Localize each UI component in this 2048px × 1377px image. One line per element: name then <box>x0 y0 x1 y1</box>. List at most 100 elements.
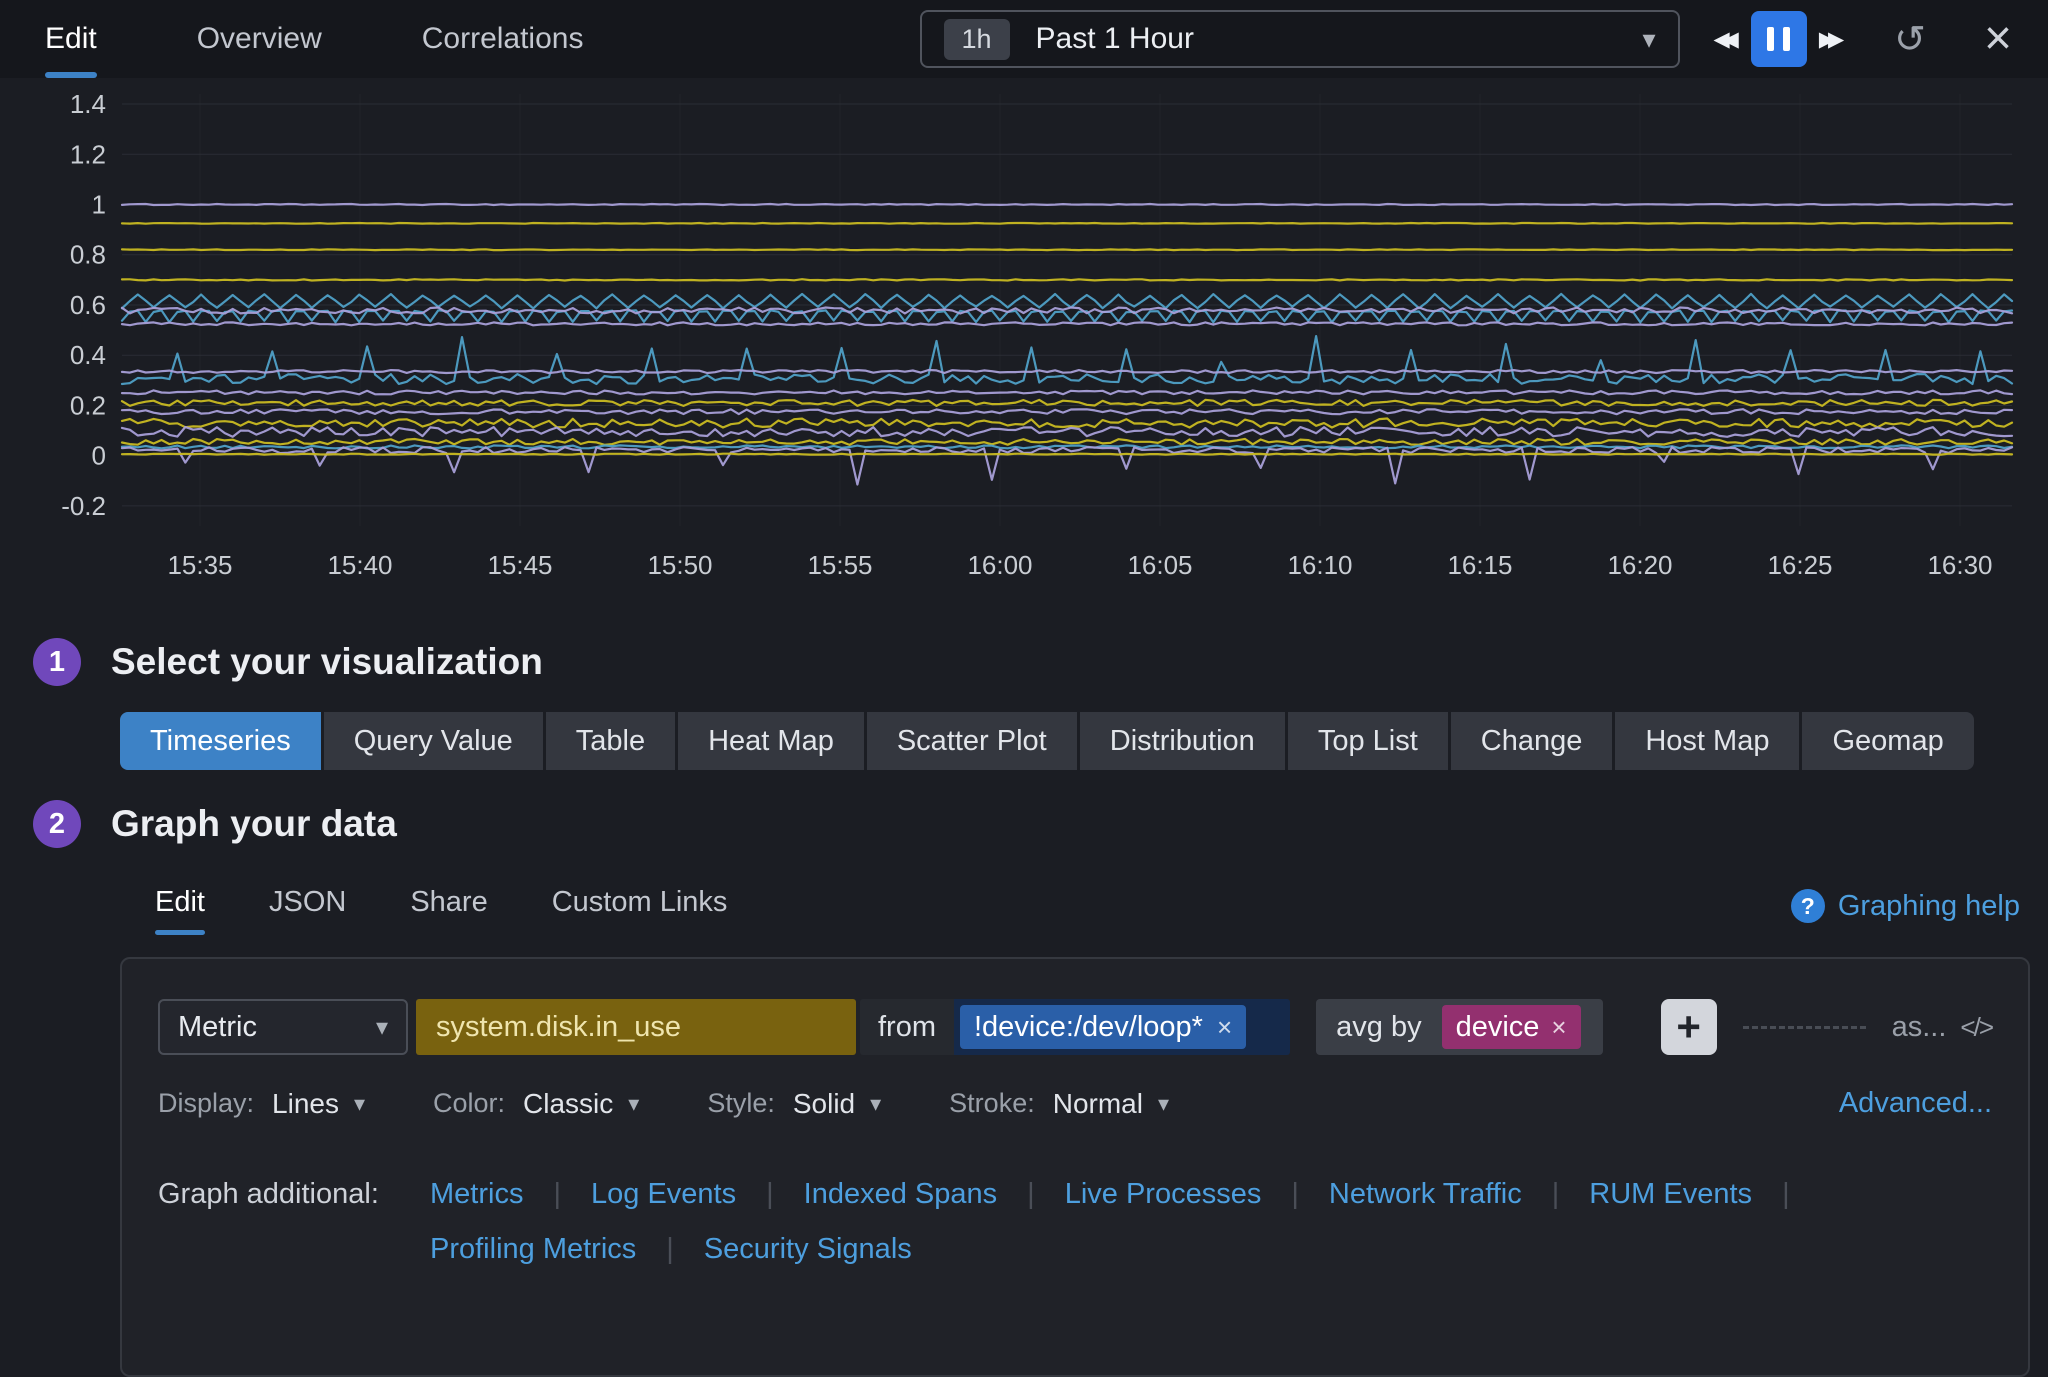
close-button[interactable]: × <box>1976 9 2020 69</box>
y-axis-tick-label: 0.2 <box>70 390 106 420</box>
y-axis-tick-label: -0.2 <box>61 491 106 521</box>
graphing-help-label: Graphing help <box>1838 890 2020 923</box>
viz-option-change[interactable]: Change <box>1451 712 1613 770</box>
y-axis-tick-label: 0.4 <box>70 340 106 370</box>
restore-button[interactable]: ↺ <box>1886 11 1934 68</box>
chart-series-series-9 <box>122 336 2012 384</box>
graph-tab-custom-links[interactable]: Custom Links <box>552 886 728 935</box>
y-axis-tick-label: 0.8 <box>70 240 106 270</box>
as-label: as... <box>1892 1011 1947 1044</box>
viz-option-timeseries[interactable]: Timeseries <box>120 712 321 770</box>
chart-series-series-16 <box>122 439 2012 445</box>
display-label: Display: <box>158 1088 254 1119</box>
query-source-dropdown[interactable]: Metric ▾ <box>158 999 408 1055</box>
y-axis-tick-label: 0.6 <box>70 290 106 320</box>
time-range-label: Past 1 Hour <box>1036 22 1194 56</box>
viz-option-scatter-plot[interactable]: Scatter Plot <box>867 712 1077 770</box>
viz-option-top-list[interactable]: Top List <box>1288 712 1448 770</box>
x-axis-tick-label: 15:40 <box>327 550 392 580</box>
y-axis-tick-label: 1 <box>92 190 106 220</box>
color-dropdown[interactable]: Classic ▾ <box>523 1088 639 1120</box>
y-axis-tick-label: 1.2 <box>70 139 106 169</box>
visualization-section: 1 Select your visualization TimeseriesQu… <box>0 638 2048 770</box>
chevron-down-icon: ▾ <box>1642 24 1655 55</box>
from-label: from <box>860 999 954 1055</box>
chart-series-series-5 <box>122 294 2012 309</box>
graph-data-section-header: 2 Graph your data <box>0 800 2048 848</box>
query-editor-panel: Metric ▾ system.disk.in_use from !device… <box>120 957 2030 1377</box>
stroke-value: Normal <box>1053 1088 1143 1120</box>
y-axis-tick-label: 1.4 <box>70 89 106 119</box>
timeseries-chart-area[interactable]: 1.41.210.80.60.40.20-0.215:3515:4015:451… <box>0 78 2048 608</box>
graphing-help-link[interactable]: ? Graphing help <box>1791 889 2020 935</box>
tab-overview[interactable]: Overview <box>197 0 322 78</box>
group-by-pill[interactable]: device × <box>1442 1005 1581 1049</box>
help-icon: ? <box>1791 889 1825 923</box>
connector-line <box>1743 1026 1866 1029</box>
style-dropdown[interactable]: Solid ▾ <box>793 1088 881 1120</box>
link-network-traffic[interactable]: Network Traffic <box>1329 1178 1522 1211</box>
x-axis-tick-label: 15:35 <box>167 550 232 580</box>
link-log-events[interactable]: Log Events <box>591 1178 736 1211</box>
style-option: Style: Solid ▾ <box>707 1088 881 1120</box>
metric-name-field[interactable]: system.disk.in_use <box>416 999 856 1055</box>
pause-button[interactable] <box>1751 11 1807 67</box>
link-live-processes[interactable]: Live Processes <box>1065 1178 1262 1211</box>
viz-option-query-value[interactable]: Query Value <box>324 712 543 770</box>
step-2-badge: 2 <box>33 800 81 848</box>
filter-value: !device:/dev/loop* <box>974 1011 1203 1044</box>
add-query-button[interactable]: + <box>1661 999 1717 1055</box>
x-axis-tick-label: 16:15 <box>1447 550 1512 580</box>
x-axis-tick-label: 16:05 <box>1127 550 1192 580</box>
chart-series-series-10 <box>122 370 2012 373</box>
chart-series-series-13 <box>122 409 2012 414</box>
chart-series-series-19 <box>122 454 2012 455</box>
pause-icon <box>1783 27 1790 51</box>
timeseries-chart[interactable]: 1.41.210.80.60.40.20-0.215:3515:4015:451… <box>0 78 2048 608</box>
graph-additional-label: Graph additional: <box>158 1178 388 1211</box>
time-range-picker[interactable]: 1h Past 1 Hour ▾ <box>920 10 1680 68</box>
pause-icon <box>1767 27 1774 51</box>
advanced-link[interactable]: Advanced... <box>1839 1087 1992 1120</box>
viz-option-heat-map[interactable]: Heat Map <box>678 712 864 770</box>
viz-option-geomap[interactable]: Geomap <box>1802 712 1973 770</box>
tab-edit[interactable]: Edit <box>45 0 97 78</box>
y-axis-tick-label: 0 <box>92 441 106 471</box>
link-metrics[interactable]: Metrics <box>430 1178 523 1211</box>
chevron-down-icon: ▾ <box>870 1091 881 1117</box>
rewind-icon: ◀◀ <box>1714 27 1739 52</box>
code-icon[interactable]: </> <box>1960 1012 1992 1043</box>
style-value: Solid <box>793 1088 855 1120</box>
rewind-button[interactable]: ◀◀ <box>1706 21 1747 58</box>
fast-forward-button[interactable]: ▶▶ <box>1811 21 1852 58</box>
color-label: Color: <box>433 1088 505 1119</box>
chart-series-series-8 <box>122 322 2012 325</box>
graph-tab-json[interactable]: JSON <box>269 886 346 935</box>
color-option: Color: Classic ▾ <box>433 1088 639 1120</box>
filter-input[interactable]: !device:/dev/loop* × <box>954 999 1290 1055</box>
fast-forward-icon: ▶▶ <box>1819 27 1844 52</box>
display-option: Display: Lines ▾ <box>158 1088 365 1120</box>
link-divider: | <box>1552 1178 1560 1211</box>
filter-pill[interactable]: !device:/dev/loop* × <box>960 1005 1246 1049</box>
tab-correlations[interactable]: Correlations <box>422 0 584 78</box>
link-rum-events[interactable]: RUM Events <box>1589 1178 1752 1211</box>
link-security-signals[interactable]: Security Signals <box>704 1233 912 1266</box>
remove-group-icon[interactable]: × <box>1551 1012 1566 1043</box>
stroke-dropdown[interactable]: Normal ▾ <box>1053 1088 1169 1120</box>
graph-additional-row: Graph additional: Metrics | Log Events | Ind… <box>158 1178 1992 1211</box>
x-axis-tick-label: 15:50 <box>647 550 712 580</box>
link-divider: | <box>1782 1178 1790 1211</box>
x-axis-tick-label: 16:25 <box>1767 550 1832 580</box>
x-axis-tick-label: 15:55 <box>807 550 872 580</box>
graph-tab-share[interactable]: Share <box>410 886 487 935</box>
group-by-value: device <box>1456 1011 1540 1044</box>
remove-filter-icon[interactable]: × <box>1217 1012 1232 1043</box>
link-profiling-metrics[interactable]: Profiling Metrics <box>430 1233 636 1266</box>
graph-tab-edit[interactable]: Edit <box>155 886 205 935</box>
display-dropdown[interactable]: Lines ▾ <box>272 1088 365 1120</box>
viz-option-host-map[interactable]: Host Map <box>1615 712 1799 770</box>
viz-option-distribution[interactable]: Distribution <box>1080 712 1285 770</box>
viz-option-table[interactable]: Table <box>546 712 675 770</box>
link-indexed-spans[interactable]: Indexed Spans <box>804 1178 997 1211</box>
